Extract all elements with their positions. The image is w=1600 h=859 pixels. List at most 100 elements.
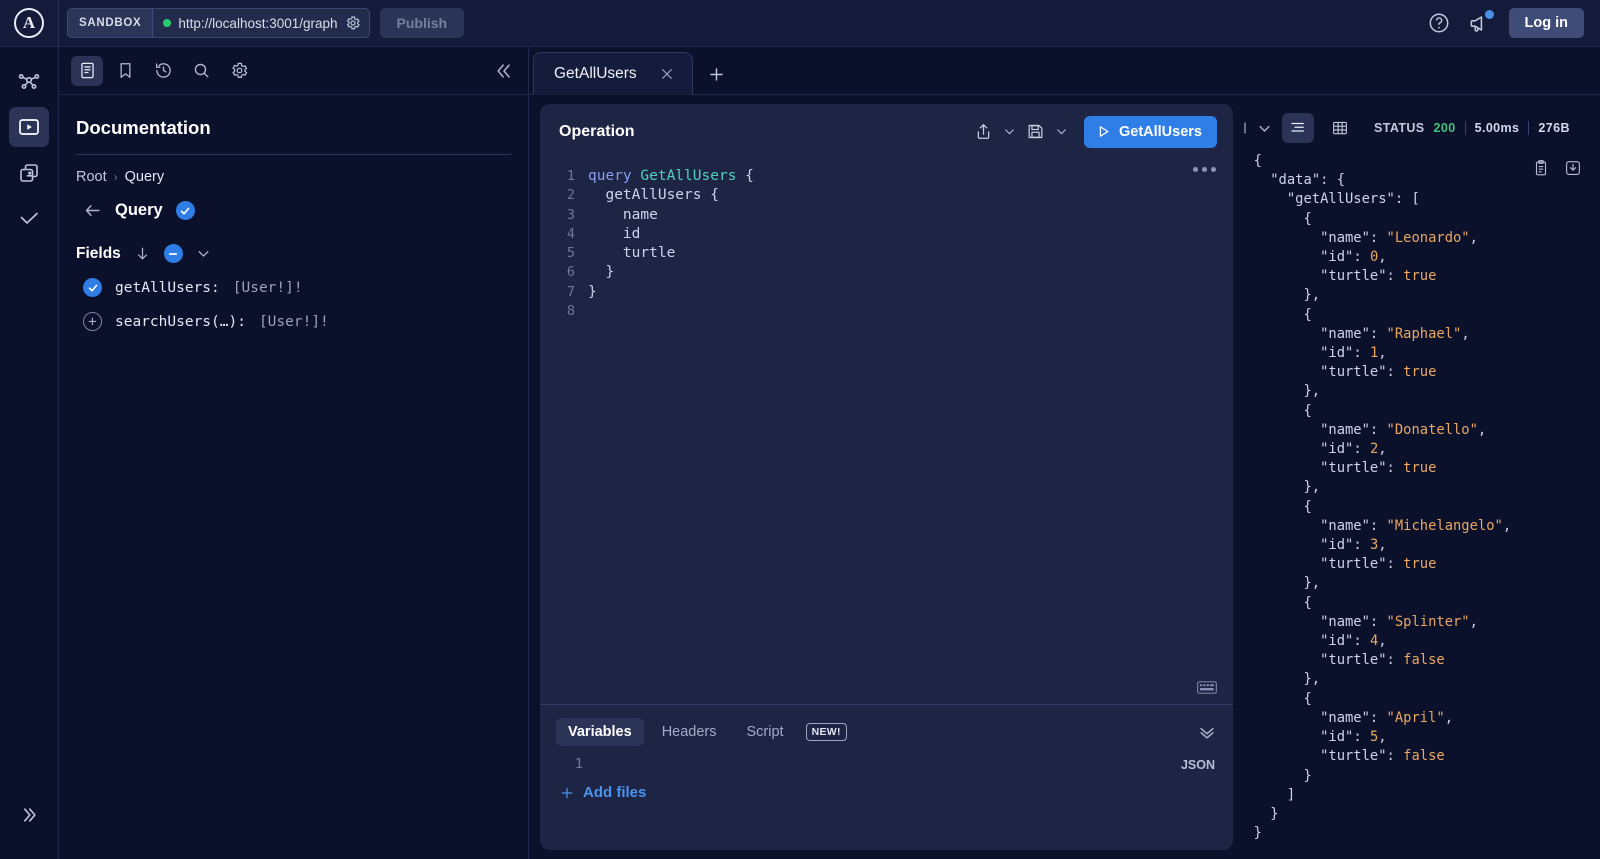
operation-title: Operation [559, 122, 635, 140]
endpoint-url-field[interactable]: http://localhost:3001/graph [153, 9, 369, 37]
json-line: "turtle": false [1320, 748, 1445, 765]
json-line: { [1303, 690, 1312, 707]
type-name: Query [115, 201, 163, 219]
rail-item-explorer[interactable] [9, 107, 49, 147]
tab-label: GetAllUsers [554, 65, 637, 82]
keyboard-icon[interactable] [1197, 680, 1217, 695]
json-line: "id": 2, [1320, 441, 1387, 458]
clipboard-icon[interactable] [1532, 159, 1550, 177]
floppy-disk-icon[interactable] [1022, 118, 1049, 145]
expand-rail-button[interactable] [9, 795, 49, 835]
docs-tab-documentation[interactable] [71, 55, 103, 86]
response-duration: 5.00ms [1474, 121, 1520, 135]
json-line: "name": "Donatello", [1320, 421, 1487, 438]
chevron-down-icon[interactable] [196, 246, 211, 261]
rail-item-variants[interactable] [9, 153, 49, 193]
json-line: "name": "Raphael", [1320, 325, 1470, 342]
share-icon[interactable] [970, 118, 997, 145]
json-line: }, [1303, 479, 1321, 496]
close-icon[interactable] [659, 66, 675, 82]
line-number: 3 [566, 206, 575, 223]
breadcrumb-root[interactable]: Root [76, 169, 107, 185]
run-operation-button[interactable]: GetAllUsers [1083, 115, 1217, 148]
graphql-code[interactable]: 1 query GetAllUsers {2 getAllUsers {3 nam… [540, 167, 1233, 321]
apollo-logo: A [0, 0, 59, 47]
download-icon[interactable] [1564, 159, 1582, 177]
three-dots-icon[interactable] [1193, 167, 1216, 172]
response-status-group: STATUS 200 5.00ms 276B [1374, 121, 1570, 135]
json-line: "turtle": true [1320, 460, 1437, 477]
json-line: ] [1286, 786, 1296, 803]
endpoint-url-text: http://localhost:3001/graph [178, 15, 338, 31]
code-line: 2 getAllUsers { [540, 186, 1233, 205]
response-header: STATUS 200 5.00ms 276B [1233, 104, 1600, 152]
json-line: "id": 3, [1320, 537, 1387, 554]
back-arrow-icon[interactable] [83, 201, 102, 220]
variables-editor[interactable]: 1 JSON Add files [556, 746, 1217, 850]
deselect-all-icon[interactable] [163, 244, 183, 263]
help-circle-icon[interactable] [1428, 12, 1450, 34]
endpoint-bar: SANDBOX http://localhost:3001/graph [67, 8, 370, 38]
top-bar: A SANDBOX http://localhost:3001/graph Pu… [0, 0, 1600, 47]
publish-button[interactable]: Publish [379, 8, 465, 38]
tab-headers[interactable]: Headers [650, 718, 729, 746]
page-title: Documentation [76, 117, 211, 138]
gear-icon[interactable] [345, 15, 361, 31]
new-tab-button[interactable] [693, 65, 740, 94]
type-selected-check-icon[interactable] [175, 201, 195, 220]
documentation-panel: Documentation Root › Query Query Fields [59, 47, 529, 859]
apollo-logo-letter: A [22, 13, 36, 32]
code-text: id [588, 225, 641, 242]
line-number: 4 [566, 225, 575, 242]
response-view-table-button[interactable] [1324, 113, 1356, 143]
field-row-getallusers[interactable]: getAllUsers: [User!]! [59, 263, 528, 297]
save-options-chevron-icon[interactable] [1053, 123, 1070, 140]
status-label: STATUS [1374, 121, 1425, 135]
response-selector-chevron-icon[interactable] [1237, 120, 1272, 136]
variables-tab-bar: Variables Headers Script NEW! [556, 705, 1217, 746]
rail-item-schema-graph[interactable] [9, 61, 49, 101]
code-line: 4 id [540, 225, 1233, 244]
json-line: "getAllUsers": [ [1286, 191, 1420, 208]
play-icon [1099, 126, 1109, 137]
response-view-json-button[interactable] [1282, 113, 1314, 143]
json-line: } [1253, 825, 1262, 842]
json-line: }, [1303, 287, 1321, 304]
breadcrumb-separator: › [113, 170, 118, 184]
rail-item-checks[interactable] [9, 199, 49, 239]
login-button[interactable]: Log in [1508, 8, 1584, 38]
tab-variables[interactable]: Variables [556, 718, 644, 746]
sandbox-chip: SANDBOX [68, 9, 154, 37]
field-type: [User!]! [232, 279, 303, 296]
share-options-chevron-icon[interactable] [1001, 123, 1018, 140]
tab-script[interactable]: Script [735, 718, 796, 746]
graphql-editor[interactable]: 1 query GetAllUsers {2 getAllUsers {3 nam… [540, 159, 1233, 704]
docs-tab-search[interactable] [185, 56, 217, 86]
json-line: }, [1303, 383, 1321, 400]
response-json[interactable]: { "data": { "getAllUsers": [ { "name": "… [1237, 152, 1600, 843]
code-line: 1 query GetAllUsers { [540, 167, 1233, 186]
field-row-searchusers[interactable]: + searchUsers(…): [User!]! [59, 297, 528, 331]
operation-tab-strip: GetAllUsers [529, 47, 1600, 95]
add-files-button[interactable]: Add files [556, 772, 1217, 801]
docs-tab-history[interactable] [147, 56, 179, 86]
json-line: { [1303, 210, 1312, 227]
new-badge: NEW! [805, 723, 847, 741]
megaphone-icon[interactable] [1468, 9, 1494, 35]
code-text: turtle [588, 245, 676, 262]
field-check-icon[interactable] [83, 278, 102, 297]
response-body[interactable]: { "data": { "getAllUsers": [ { "name": "… [1233, 152, 1600, 843]
field-name: getAllUsers: [115, 279, 220, 296]
docs-tab-saved-operations[interactable] [109, 56, 141, 86]
sort-down-icon[interactable] [134, 245, 151, 262]
code-line: 5 turtle [540, 244, 1233, 263]
collapse-docs-button[interactable] [494, 61, 514, 81]
docs-tab-settings[interactable] [223, 56, 255, 86]
field-add-icon[interactable]: + [83, 312, 102, 331]
operation-actions: GetAllUsers [970, 115, 1217, 148]
tab-getallusers[interactable]: GetAllUsers [533, 52, 693, 95]
fields-label: Fields [76, 244, 121, 262]
code-text: } [588, 264, 615, 281]
type-header: Query [59, 185, 528, 220]
collapse-variables-icon[interactable] [1197, 722, 1217, 742]
